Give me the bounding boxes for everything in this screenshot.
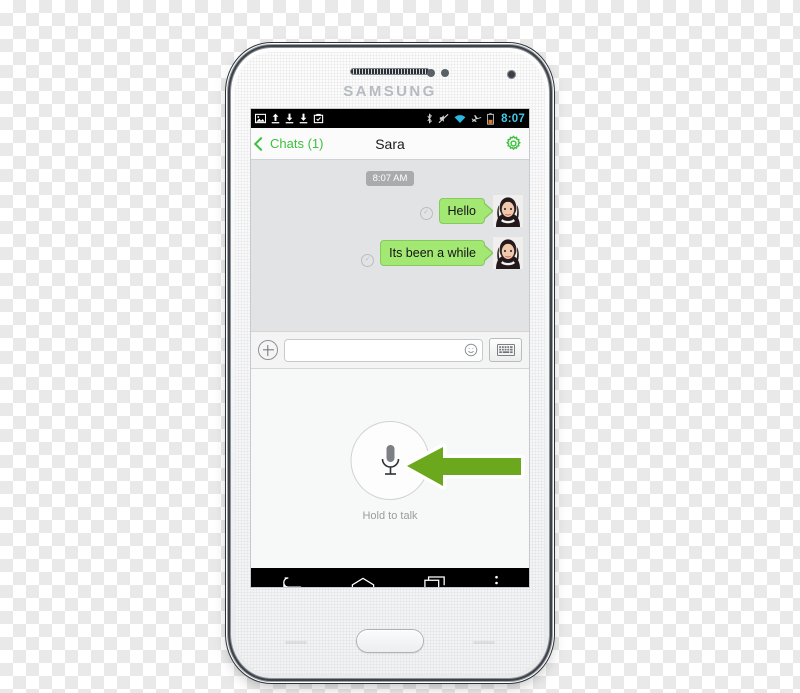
- smiley-icon[interactable]: [464, 343, 478, 357]
- back-to-chats-button[interactable]: Chats (1): [251, 136, 323, 151]
- status-bar: 8:07: [251, 109, 529, 128]
- front-camera: [507, 70, 516, 79]
- mute-icon: [438, 113, 449, 124]
- hold-to-talk-panel: Hold to talk: [251, 369, 529, 568]
- chat-message-row: ✓ Hello: [251, 195, 529, 227]
- gear-icon[interactable]: [505, 135, 522, 152]
- nav-recents-icon[interactable]: [423, 576, 446, 587]
- chat-message-list[interactable]: 8:07 AM ✓ Hello ✓ Its been a while: [251, 160, 529, 331]
- battery-icon: [487, 112, 494, 125]
- phone-body: SAMSUNG 8:07 Chats (1) Sara 8:07 AM ✓ He…: [235, 52, 545, 674]
- upload-icon: [271, 113, 280, 124]
- status-bar-notifications: [255, 113, 426, 124]
- earpiece-grille: [350, 68, 430, 75]
- samsung-phone-device: SAMSUNG 8:07 Chats (1) Sara 8:07 AM ✓ He…: [231, 48, 549, 678]
- sent-check-icon: ✓: [419, 207, 433, 220]
- message-input[interactable]: [291, 343, 464, 357]
- message-input-bar: [251, 331, 529, 369]
- screenshot-icon: [313, 113, 324, 124]
- light-sensor: [441, 69, 449, 77]
- nav-home-icon[interactable]: [351, 577, 375, 587]
- device-brand-label: SAMSUNG: [343, 83, 437, 100]
- status-bar-system: 8:07: [426, 113, 525, 125]
- timestamp-row: 8:07 AM: [251, 168, 529, 186]
- plus-icon[interactable]: [258, 340, 278, 360]
- message-bubble[interactable]: Hello: [438, 198, 485, 224]
- back-label: Chats (1): [270, 136, 324, 151]
- microphone-icon: [377, 443, 403, 479]
- image-icon: [255, 113, 266, 124]
- bluetooth-icon: [426, 113, 433, 124]
- keyboard-toggle-button[interactable]: [489, 338, 522, 362]
- hold-to-talk-label: Hold to talk: [362, 510, 418, 522]
- avatar[interactable]: [493, 237, 523, 269]
- keyboard-icon: [496, 344, 515, 356]
- nav-overflow-icon[interactable]: [494, 575, 499, 587]
- chat-timestamp: 8:07 AM: [365, 171, 415, 186]
- capacitive-key-left: [285, 641, 307, 644]
- phone-screen: 8:07 Chats (1) Sara 8:07 AM ✓ Hello ✓ It…: [251, 109, 529, 587]
- capacitive-key-right: [473, 641, 495, 644]
- download-icon: [299, 113, 308, 124]
- proximity-sensor: [427, 69, 435, 77]
- green-arrow-left-icon: [401, 441, 526, 493]
- app-header: Chats (1) Sara: [251, 128, 529, 160]
- sent-check-icon: ✓: [361, 254, 375, 267]
- message-input-wrapper[interactable]: [284, 338, 483, 362]
- message-bubble[interactable]: Its been a while: [380, 240, 485, 266]
- status-bar-clock: 8:07: [501, 112, 525, 125]
- airplane-mode-icon: [471, 113, 482, 124]
- nav-back-icon[interactable]: [281, 576, 303, 587]
- chat-message-row: ✓ Its been a while: [251, 237, 529, 269]
- wifi-icon: [454, 114, 466, 124]
- chevron-left-icon: [253, 136, 269, 151]
- download-icon: [285, 113, 294, 124]
- home-button[interactable]: [357, 630, 423, 652]
- android-navigation-bar: [251, 568, 529, 587]
- avatar[interactable]: [493, 195, 523, 227]
